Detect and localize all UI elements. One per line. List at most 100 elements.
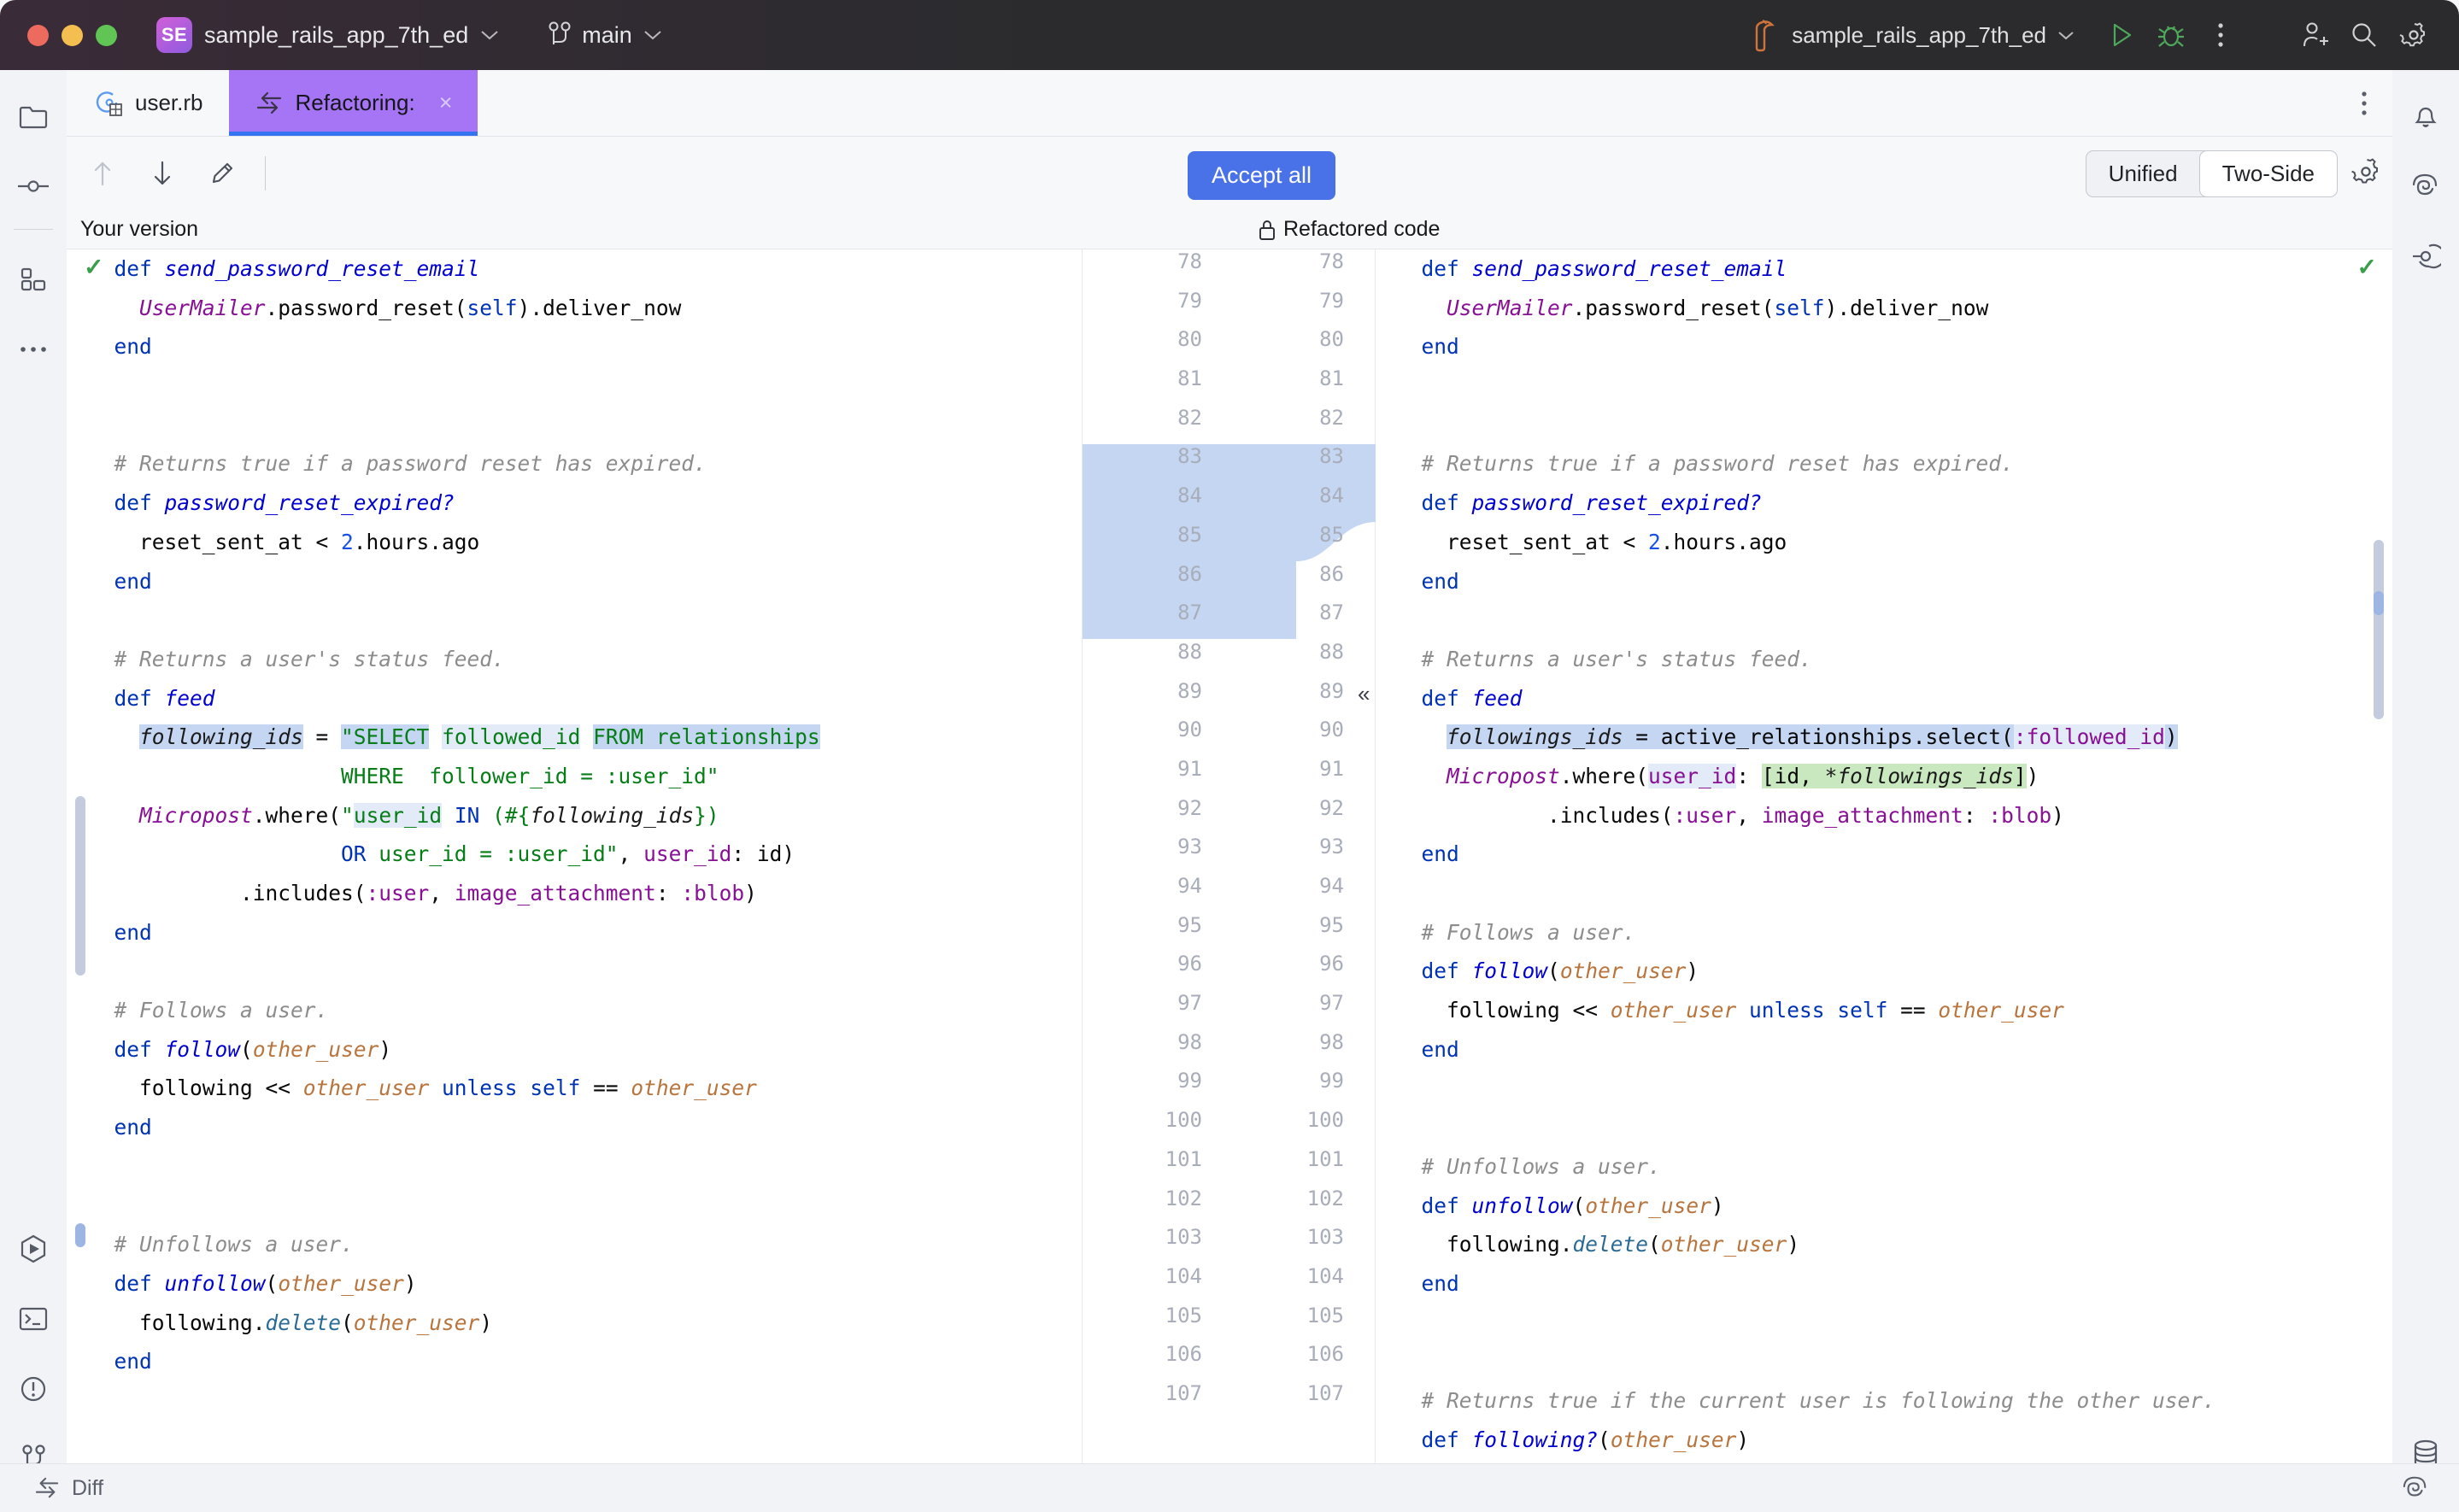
right-line-number: 87 xyxy=(1319,601,1344,625)
left-line-number: 82 xyxy=(1177,405,1202,430)
more-vertical-icon xyxy=(2218,23,2223,47)
left-line-number: 104 xyxy=(1165,1263,1202,1288)
status-diff-item[interactable]: Diff xyxy=(32,1476,103,1501)
left-line-number: 78 xyxy=(1177,249,1202,273)
more-tools-icon xyxy=(21,347,46,352)
right-line-number: 82 xyxy=(1319,405,1344,430)
accept-all-button[interactable]: Accept all xyxy=(1188,151,1336,200)
tab-user-rb[interactable]: user.rb xyxy=(67,70,229,136)
right-line-number: 105 xyxy=(1306,1303,1344,1327)
gutter-row: 93 93 xyxy=(1083,835,1375,874)
next-difference-button[interactable] xyxy=(138,149,186,197)
left-line-number: 91 xyxy=(1177,756,1202,781)
right-line-number: 88 xyxy=(1319,639,1344,664)
gutter-row: 99 99 xyxy=(1083,1069,1375,1108)
gear-icon xyxy=(2351,158,2378,184)
pencil-icon xyxy=(212,162,233,184)
sidebar-item-run[interactable] xyxy=(9,1225,57,1273)
right-scrollbar-thumb-2[interactable] xyxy=(2374,591,2384,615)
project-selector[interactable]: SE sample_rails_app_7th_ed xyxy=(156,17,499,53)
sidebar-item-problems[interactable] xyxy=(9,1365,57,1413)
run-configuration-selector[interactable]: sample_rails_app_7th_ed xyxy=(1752,18,2075,52)
tab-close-button[interactable]: × xyxy=(439,90,453,116)
gutter-row: 90 90 xyxy=(1083,718,1375,757)
status-ai-button[interactable] xyxy=(2401,1474,2459,1502)
accept-change-chevron-icon[interactable]: « xyxy=(1358,681,1370,707)
settings-button[interactable] xyxy=(2389,10,2438,60)
debug-button[interactable] xyxy=(2146,10,2196,60)
sidebar-item-commit[interactable] xyxy=(9,162,57,210)
right-scrollbar-thumb[interactable] xyxy=(2374,540,2384,719)
sidebar-item-structure[interactable] xyxy=(9,255,57,303)
view-mode-two-side[interactable]: Two-Side xyxy=(2199,151,2337,196)
previous-difference-button[interactable] xyxy=(79,149,126,197)
sidebar-item-ai-assistant[interactable] xyxy=(2402,162,2450,210)
run-button[interactable] xyxy=(2097,10,2146,60)
title-bar-actions: sample_rails_app_7th_ed xyxy=(1752,10,2459,60)
view-mode-unified[interactable]: Unified xyxy=(2086,151,2200,196)
right-editor-pane[interactable]: def send_password_reset_email UserMailer… xyxy=(1376,249,2392,1463)
right-line-number: 80 xyxy=(1319,327,1344,352)
right-pane-title-group: Refactored code xyxy=(1258,217,1440,242)
right-line-number: 92 xyxy=(1319,795,1344,820)
sidebar-item-project[interactable] xyxy=(9,92,57,140)
left-pane-title: Your version xyxy=(80,217,199,241)
left-accept-check-icon[interactable]: ✓ xyxy=(84,253,103,281)
gutter-row: 101 101 xyxy=(1083,1147,1375,1187)
right-line-number: 86 xyxy=(1319,561,1344,586)
chevron-down-icon xyxy=(481,31,498,40)
edit-button[interactable] xyxy=(198,149,246,197)
gutter-row: 97 97 xyxy=(1083,991,1375,1030)
sidebar-item-more-tools[interactable] xyxy=(9,325,57,373)
minimize-window-button[interactable] xyxy=(62,24,83,46)
gutter-row: 98 98 xyxy=(1083,1030,1375,1070)
right-line-number: 93 xyxy=(1319,835,1344,859)
right-line-number: 95 xyxy=(1319,912,1344,937)
left-line-number: 81 xyxy=(1177,366,1202,391)
project-badge: SE xyxy=(156,17,192,53)
branch-selector[interactable]: main xyxy=(549,21,662,50)
gutter-row: 100 100 xyxy=(1083,1108,1375,1147)
window-controls[interactable] xyxy=(27,24,117,46)
left-line-number: 85 xyxy=(1177,522,1202,547)
left-line-number: 106 xyxy=(1165,1342,1202,1367)
right-accept-check-icon[interactable]: ✓ xyxy=(2357,253,2377,281)
right-pane-title: Refactored code xyxy=(1283,217,1441,241)
left-line-number: 99 xyxy=(1177,1069,1202,1093)
gutter-row: 106 106 xyxy=(1083,1342,1375,1381)
left-scrollbar-thumb[interactable] xyxy=(75,796,85,976)
tab-label: Refactoring: xyxy=(295,90,415,115)
right-line-number: 91 xyxy=(1319,756,1344,781)
search-button[interactable] xyxy=(2339,10,2389,60)
gutter-row: 96 96 xyxy=(1083,952,1375,991)
run-configuration-name: sample_rails_app_7th_ed xyxy=(1792,21,2046,48)
maximize-window-button[interactable] xyxy=(96,24,117,46)
right-line-number: 99 xyxy=(1319,1069,1344,1093)
tab-refactoring[interactable]: Refactoring: × xyxy=(228,70,478,136)
diff-viewer: def send_password_reset_email UserMailer… xyxy=(67,249,2392,1463)
tab-bar-more-button[interactable] xyxy=(2360,70,2392,136)
ai-assistant-icon xyxy=(2403,1476,2427,1497)
git-branch-icon xyxy=(549,21,571,44)
sidebar-item-notifications[interactable] xyxy=(2402,92,2450,140)
project-name: sample_rails_app_7th_ed xyxy=(204,21,469,48)
more-actions-button[interactable] xyxy=(2196,10,2245,60)
sidebar-item-terminal[interactable] xyxy=(9,1295,57,1343)
diff-arrows-icon xyxy=(35,1477,59,1498)
left-scrollbar-thumb-2[interactable] xyxy=(75,1223,85,1247)
right-line-number: 107 xyxy=(1306,1380,1344,1405)
arrow-down-icon xyxy=(154,161,171,185)
close-window-button[interactable] xyxy=(27,24,49,46)
right-line-number: 98 xyxy=(1319,1029,1344,1054)
gutter-row: 107 107 xyxy=(1083,1381,1375,1421)
diff-settings-button[interactable] xyxy=(2351,157,2380,186)
gear-icon xyxy=(2399,22,2425,47)
add-user-button[interactable] xyxy=(2290,10,2339,60)
left-editor-pane[interactable]: def send_password_reset_email UserMailer… xyxy=(67,249,1082,1463)
gutter-row: 94 94 xyxy=(1083,874,1375,913)
left-line-number: 86 xyxy=(1177,561,1202,586)
gutter-row: 86 86 xyxy=(1083,562,1375,601)
gutter-row: 91 91 xyxy=(1083,757,1375,796)
left-line-number: 90 xyxy=(1177,718,1202,742)
sidebar-item-endpoints[interactable] xyxy=(2402,232,2450,280)
